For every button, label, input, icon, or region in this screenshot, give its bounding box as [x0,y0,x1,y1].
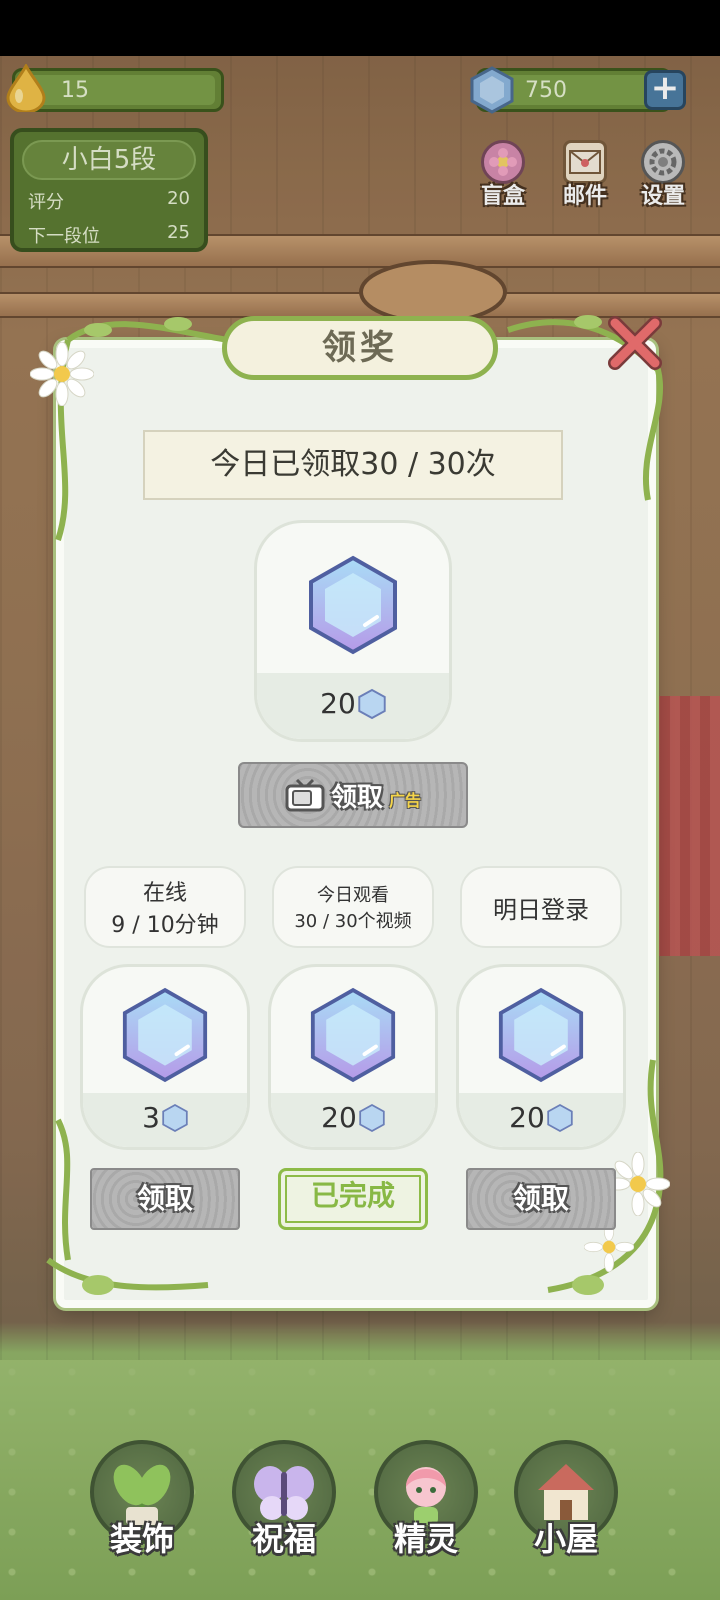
claim-label: 领取 [330,782,383,813]
nav-cabin[interactable]: 小屋 [508,1420,624,1580]
reward-amount: 20 [459,1101,623,1134]
task-reward-card: 20 [456,964,626,1150]
task-title: 明日登录 [493,895,589,924]
gem-icon [162,1103,188,1132]
claim-online-button[interactable]: 领取 [90,1168,240,1230]
claim-login-button[interactable]: 领取 [466,1168,616,1230]
task-progress: 9 / 10分钟 [111,913,219,938]
gem-icon [309,555,397,655]
task-reward-card: 20 [268,964,438,1150]
task-watch-videos: 今日观看 30 / 30个视频 [272,866,434,948]
task-title: 在线 [142,881,187,906]
completed-badge: 已完成 [278,1168,428,1230]
reward-amount: 20 [257,687,449,720]
gem-icon [358,688,386,719]
tv-icon [285,778,325,812]
reward-amount-value: 20 [321,1101,357,1134]
main-reward-card: 20 [254,520,452,742]
task-title: 今日观看 [317,885,389,906]
task-reward-card: 3 [80,964,250,1150]
gem-icon [547,1103,573,1132]
gem-icon [359,1103,385,1132]
nav-blessing[interactable]: 祝福 [226,1420,342,1580]
status-bar [0,0,720,56]
nav-label: 精灵 [393,1520,458,1558]
task-online: 在线 9 / 10分钟 [84,866,246,948]
nav-decorate[interactable]: 装饰 [84,1420,200,1580]
reward-amount-value: 20 [509,1101,545,1134]
nav-label: 祝福 [251,1520,316,1558]
close-icon [608,316,662,370]
gem-icon [310,987,396,1083]
reward-amount-value: 3 [142,1101,160,1134]
gem-icon [122,987,208,1083]
dialog-title: 领奖 [222,316,498,380]
daily-claim-count: 今日已领取30 / 30次 [143,430,563,500]
gem-icon [498,987,584,1083]
claim-with-ad-button[interactable]: 领取 广告 [238,762,468,828]
task-progress: 30 / 30个视频 [294,911,412,932]
ad-tag: 广告 [389,791,422,810]
close-button[interactable] [604,312,666,374]
nav-label: 装饰 [109,1520,174,1558]
reward-amount: 3 [83,1101,247,1134]
task-login-tomorrow: 明日登录 [460,866,622,948]
nav-label: 小屋 [533,1520,598,1558]
nav-fairy[interactable]: 精灵 [368,1420,484,1580]
reward-amount-value: 20 [320,687,356,720]
reward-amount: 20 [271,1101,435,1134]
